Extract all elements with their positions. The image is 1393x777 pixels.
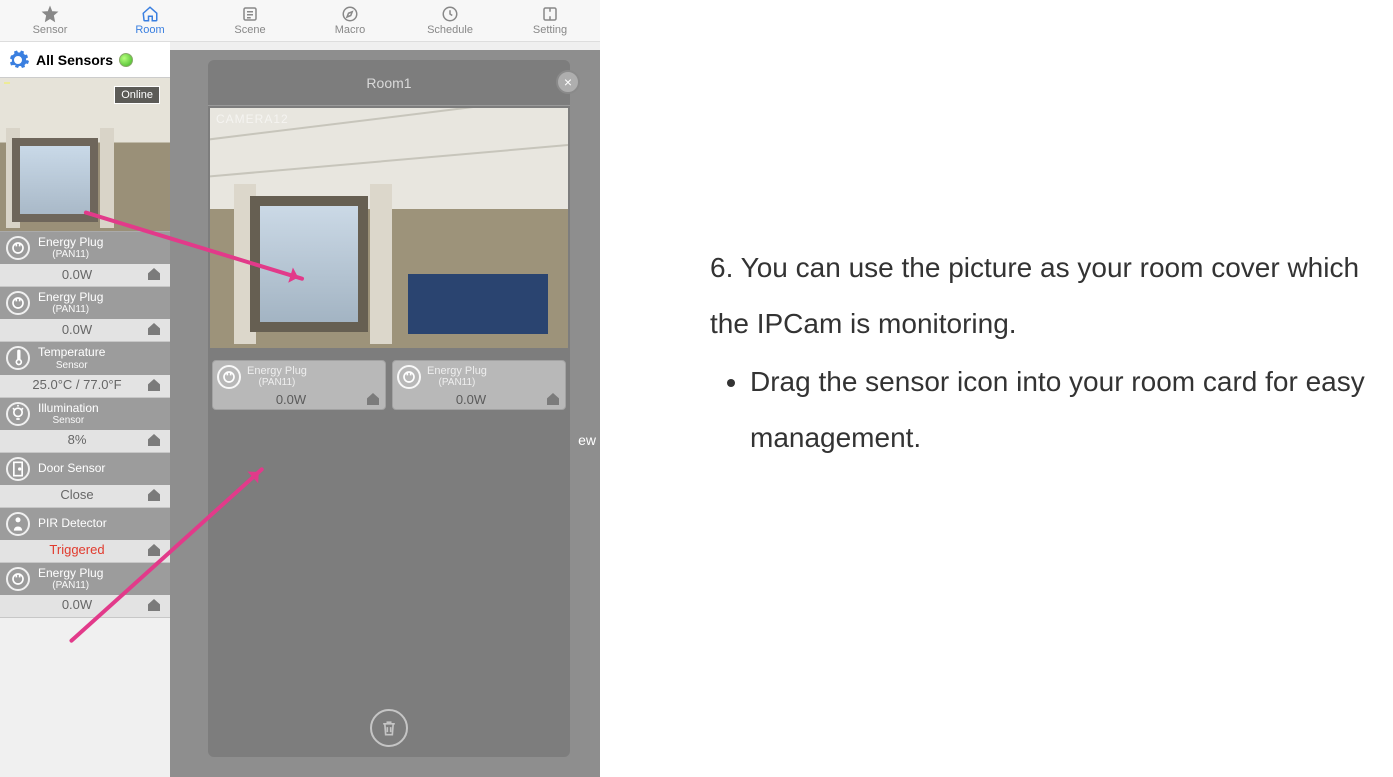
home-icon bbox=[146, 487, 162, 503]
room-title: Room1 bbox=[366, 75, 411, 91]
sensor-item[interactable]: Energy Plug(PAN11) 0.0W bbox=[0, 232, 170, 287]
camera-timestamp bbox=[4, 82, 10, 84]
sensor-title: TemperatureSensor bbox=[38, 346, 105, 370]
tab-label: Setting bbox=[533, 24, 567, 36]
plug-title: Energy Plug(PAN11) bbox=[247, 366, 307, 388]
instruction-bullet: Drag the sensor icon into your room card… bbox=[750, 354, 1373, 466]
tab-setting[interactable]: Setting bbox=[500, 0, 600, 41]
sensor-item[interactable]: TemperatureSensor 25.0°C / 77.0°F bbox=[0, 342, 170, 397]
tab-sensor[interactable]: Sensor bbox=[0, 0, 100, 41]
all-sensors-header[interactable]: All Sensors bbox=[0, 42, 170, 78]
clock-icon bbox=[441, 5, 459, 23]
top-nav: Sensor Room Scene Macro Schedule Setting bbox=[0, 0, 600, 42]
plug-icon bbox=[217, 365, 241, 389]
sensor-list: Energy Plug(PAN11)0.0WEnergy Plug(PAN11)… bbox=[0, 232, 170, 618]
home-icon bbox=[365, 391, 381, 407]
home-icon bbox=[146, 321, 162, 337]
home-icon bbox=[146, 377, 162, 393]
setting-icon bbox=[541, 5, 559, 23]
room-area: Room1 × CAMERA12 Energy Plug(PAN11)0.0WE… bbox=[170, 42, 600, 777]
tab-label: Sensor bbox=[33, 24, 68, 36]
room-header: Room1 × bbox=[208, 60, 570, 106]
home-icon bbox=[545, 391, 561, 407]
sensor-title: Energy Plug(PAN11) bbox=[38, 567, 103, 591]
plug-icon bbox=[397, 365, 421, 389]
tab-label: Scene bbox=[234, 24, 265, 36]
close-icon[interactable]: × bbox=[556, 70, 580, 94]
tab-room[interactable]: Room bbox=[100, 0, 200, 41]
all-sensors-label: All Sensors bbox=[36, 52, 113, 68]
sensor-item[interactable]: PIR Detector Triggered bbox=[0, 508, 170, 563]
star-icon bbox=[41, 5, 59, 23]
sensor-value: 0.0W bbox=[8, 267, 146, 282]
status-dot-icon bbox=[119, 53, 133, 67]
sensor-item[interactable]: Door Sensor Close bbox=[0, 453, 170, 508]
instruction-text: 6. You can use the picture as your room … bbox=[600, 0, 1393, 777]
room-plug-cell[interactable]: Energy Plug(PAN11) 0.0W bbox=[212, 360, 386, 410]
camera-thumbnail[interactable]: Online bbox=[0, 78, 170, 232]
left-pane: All Sensors Online Energy Plug(PAN11) 0.0… bbox=[0, 42, 170, 777]
sensor-value: 8% bbox=[8, 432, 146, 447]
plug-icon bbox=[6, 236, 30, 260]
gear-icon[interactable] bbox=[6, 48, 30, 72]
camera-status-badge: Online bbox=[114, 86, 160, 104]
plug-value: 0.0W bbox=[397, 392, 545, 407]
bulb-icon bbox=[6, 402, 30, 426]
tab-label: Room bbox=[135, 24, 164, 36]
tab-scene[interactable]: Scene bbox=[200, 0, 300, 41]
plug-icon bbox=[6, 567, 30, 591]
tab-label: Schedule bbox=[427, 24, 473, 36]
app-screenshot: Sensor Room Scene Macro Schedule Setting bbox=[0, 0, 600, 777]
trash-icon[interactable] bbox=[370, 709, 408, 747]
sensor-value: 25.0°C / 77.0°F bbox=[8, 377, 146, 392]
sensor-title: PIR Detector bbox=[38, 517, 107, 530]
tab-label: Macro bbox=[335, 24, 366, 36]
home-icon bbox=[146, 432, 162, 448]
room-cover-image[interactable]: CAMERA12 bbox=[210, 108, 568, 348]
sensor-item[interactable]: Energy Plug(PAN11) 0.0W bbox=[0, 287, 170, 342]
temp-icon bbox=[6, 346, 30, 370]
plug-icon bbox=[6, 291, 30, 315]
plug-title: Energy Plug(PAN11) bbox=[427, 366, 487, 388]
plug-value: 0.0W bbox=[217, 392, 365, 407]
camera-watermark: CAMERA12 bbox=[216, 112, 289, 126]
tab-macro[interactable]: Macro bbox=[300, 0, 400, 41]
pir-icon bbox=[6, 512, 30, 536]
sensor-value: 0.0W bbox=[8, 597, 146, 612]
room-card: Room1 × CAMERA12 Energy Plug(PAN11)0.0WE… bbox=[208, 60, 570, 757]
sensor-title: IlluminationSensor bbox=[38, 402, 99, 426]
sensor-title: Energy Plug(PAN11) bbox=[38, 291, 103, 315]
sensor-item[interactable]: IlluminationSensor 8% bbox=[0, 398, 170, 453]
home-icon bbox=[146, 597, 162, 613]
list-icon bbox=[241, 5, 259, 23]
compass-icon bbox=[341, 5, 359, 23]
instruction-step: 6. You can use the picture as your room … bbox=[710, 240, 1373, 352]
sensor-title: Energy Plug(PAN11) bbox=[38, 236, 103, 260]
home-icon bbox=[141, 5, 159, 23]
door-icon bbox=[6, 457, 30, 481]
home-icon bbox=[146, 266, 162, 282]
tab-schedule[interactable]: Schedule bbox=[400, 0, 500, 41]
room-plug-row: Energy Plug(PAN11)0.0WEnergy Plug(PAN11)… bbox=[212, 360, 566, 410]
home-icon bbox=[146, 542, 162, 558]
sensor-title: Door Sensor bbox=[38, 462, 105, 475]
sensor-value: Close bbox=[8, 487, 146, 502]
sensor-value: 0.0W bbox=[8, 322, 146, 337]
peek-text: ew bbox=[578, 432, 596, 448]
sensor-value: Triggered bbox=[8, 542, 146, 557]
room-plug-cell[interactable]: Energy Plug(PAN11) 0.0W bbox=[392, 360, 566, 410]
